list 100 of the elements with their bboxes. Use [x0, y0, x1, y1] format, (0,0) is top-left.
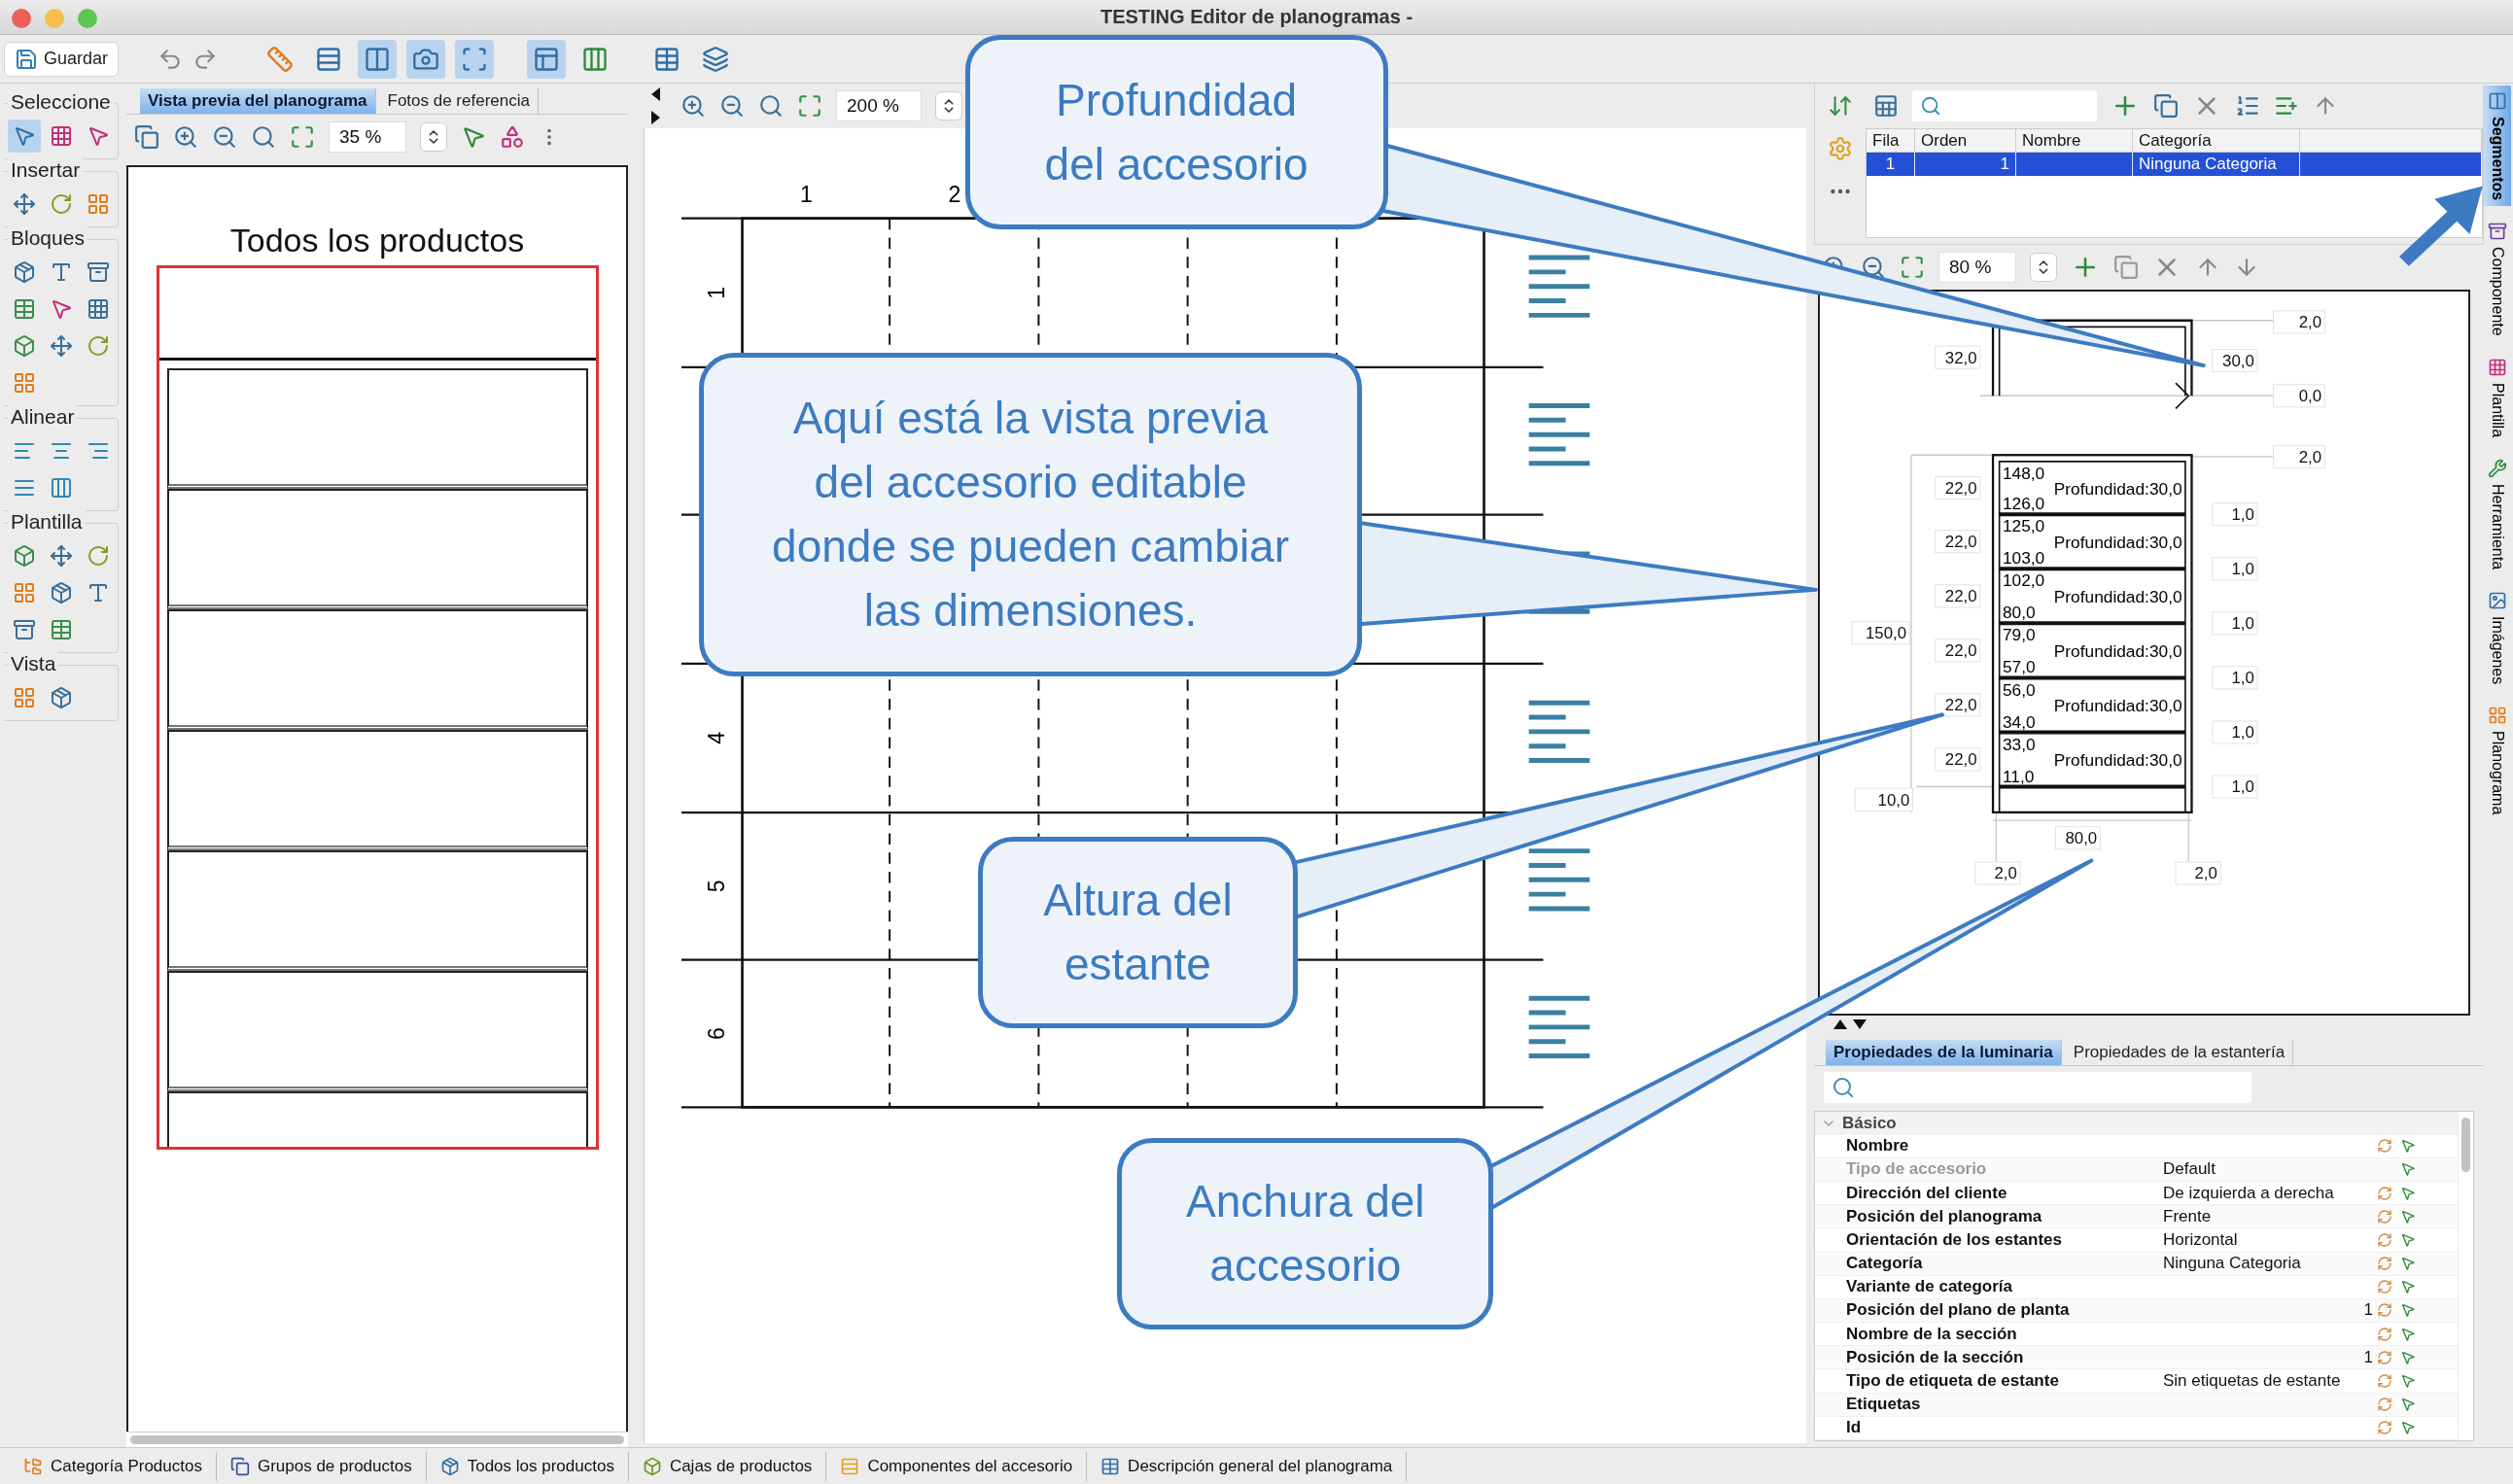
pointer-icon[interactable]	[461, 124, 486, 150]
search-field[interactable]	[1824, 1072, 2251, 1103]
pointer-icon[interactable]	[2400, 1397, 2416, 1413]
dimension-label[interactable]: 1,0	[2212, 775, 2258, 799]
export-icon[interactable]	[1828, 93, 1853, 119]
pointer-icon[interactable]	[2400, 1279, 2416, 1295]
fit-icon[interactable]	[290, 124, 315, 150]
bottom-tab[interactable]: Grupos de productos	[216, 1451, 427, 1481]
column-header[interactable]: Fila	[1867, 129, 1915, 153]
collapse-arrow-icon[interactable]	[651, 87, 661, 101]
zoom-in-icon[interactable]	[173, 124, 198, 150]
zoom-out-icon[interactable]	[1861, 255, 1886, 280]
zoom-field[interactable]: 80 %	[1938, 252, 2016, 283]
shapes-icon[interactable]	[500, 124, 525, 150]
dimension-label[interactable]: 22,0	[1935, 584, 1981, 608]
dimension-label[interactable]: 2,0	[2273, 310, 2325, 334]
pointer-icon[interactable]	[2400, 1302, 2416, 1319]
dimension-label[interactable]: 80,0	[2054, 826, 2101, 850]
column-header[interactable]: Orden	[1915, 129, 2016, 153]
align-lines-icon[interactable]	[1528, 700, 1590, 763]
pointer-icon[interactable]	[2400, 1138, 2416, 1155]
pointer-icon[interactable]	[2400, 1256, 2416, 1272]
column-header[interactable]: Nombre	[2016, 129, 2133, 153]
tool-button[interactable]	[8, 120, 41, 153]
close-button[interactable]	[12, 9, 31, 28]
expand-up-icon[interactable]	[1833, 1019, 1847, 1029]
dimension-label[interactable]: 0,0	[2273, 384, 2325, 408]
planogram-frame[interactable]	[156, 265, 599, 1150]
dimension-label[interactable]: 1,0	[2212, 557, 2258, 581]
property-value[interactable]: Sin etiquetas de estante	[2159, 1370, 2377, 1391]
shelf[interactable]	[166, 971, 588, 1091]
expand-arrow-icon[interactable]	[651, 111, 661, 124]
dimension-label[interactable]: 32,0	[1935, 345, 1981, 369]
fit-icon[interactable]	[797, 93, 822, 119]
pointer-icon[interactable]	[2400, 1372, 2416, 1389]
tab[interactable]: Propiedades de la luminaria	[1826, 1040, 2062, 1065]
zoom-field[interactable]: 35 %	[329, 121, 406, 153]
property-value[interactable]: Ninguna Categoria	[2159, 1254, 2377, 1274]
toolbar-button[interactable]	[527, 39, 567, 79]
shelf[interactable]	[166, 368, 588, 489]
tab[interactable]: Fotos de referencia	[379, 88, 539, 114]
toolbar-button[interactable]	[406, 39, 446, 79]
pointer-icon[interactable]	[2400, 1161, 2416, 1178]
dimension-label[interactable]: 2,0	[2175, 861, 2221, 885]
property-value[interactable]: 1	[2159, 1300, 2377, 1321]
side-tab[interactable]: Planograma	[2484, 700, 2511, 821]
scrollbar[interactable]	[2461, 1118, 2470, 1172]
reset-icon[interactable]	[2377, 1231, 2392, 1248]
reset-icon[interactable]	[2377, 1208, 2392, 1225]
copy-icon[interactable]	[2113, 255, 2139, 280]
reset-icon[interactable]	[2377, 1279, 2392, 1295]
pointer-icon[interactable]	[2400, 1420, 2416, 1436]
align-lines-icon[interactable]	[1528, 995, 1590, 1059]
shelf-unit-drawing[interactable]	[1991, 454, 2193, 814]
pointer-icon[interactable]	[2400, 1185, 2416, 1201]
copy-icon[interactable]	[2153, 93, 2179, 119]
reset-icon[interactable]	[2377, 1185, 2392, 1201]
dimension-label[interactable]: 2,0	[1974, 861, 2021, 885]
table-settings-icon[interactable]	[1873, 93, 1899, 119]
dimension-label[interactable]: 10,0	[1854, 787, 1914, 811]
dimension-label[interactable]: 2,0	[2273, 444, 2325, 468]
spinner-button[interactable]	[935, 91, 962, 121]
bottom-tab[interactable]: Categoría Productos	[10, 1451, 217, 1481]
align-lines-icon[interactable]	[1528, 848, 1590, 912]
dimension-label[interactable]: 22,0	[1935, 530, 1981, 554]
bottom-tab[interactable]: Todos los productos	[426, 1451, 629, 1481]
dimension-label[interactable]: 22,0	[1935, 693, 1981, 717]
shelf[interactable]	[166, 850, 588, 971]
property-value[interactable]: 1	[2159, 1347, 2377, 1367]
bottom-tab[interactable]: Descripción general del planograma	[1087, 1451, 1408, 1481]
column-header[interactable]: Categoría	[2133, 129, 2300, 153]
reset-icon[interactable]	[2377, 1397, 2392, 1413]
zoom-icon[interactable]	[758, 93, 784, 119]
pointer-icon[interactable]	[2400, 1349, 2416, 1365]
property-value[interactable]: Frente	[2159, 1206, 2377, 1226]
dimension-label[interactable]: 22,0	[1935, 638, 1981, 663]
zoom-out-icon[interactable]	[212, 124, 237, 150]
side-tab[interactable]: Segmentos	[2484, 86, 2511, 207]
reset-icon[interactable]	[2377, 1420, 2392, 1436]
reset-icon[interactable]	[2377, 1256, 2392, 1272]
tab[interactable]: Vista previa del planograma	[140, 88, 376, 114]
list-icon[interactable]	[2235, 93, 2260, 119]
reset-icon[interactable]	[2377, 1326, 2392, 1342]
dimension-label[interactable]: 22,0	[1935, 747, 1981, 772]
property-value[interactable]: De izquierda a derecha	[2159, 1183, 2377, 1203]
pointer-icon[interactable]	[2400, 1326, 2416, 1342]
pointer-icon[interactable]	[2400, 1231, 2416, 1248]
zoom-out-icon[interactable]	[719, 93, 745, 119]
spinner-button[interactable]	[2030, 253, 2057, 282]
side-tab[interactable]: Imágenes	[2484, 584, 2511, 691]
zoom-icon[interactable]	[251, 124, 276, 150]
bottom-tab[interactable]: Componentes del accesorio	[826, 1451, 1088, 1481]
scrollbar[interactable]	[130, 1435, 624, 1444]
zoom-in-icon[interactable]	[681, 93, 706, 119]
shelf[interactable]	[166, 730, 588, 850]
dimension-label[interactable]: 1,0	[2212, 502, 2258, 527]
side-tab[interactable]: Componente	[2484, 216, 2511, 342]
fit-icon[interactable]	[1900, 255, 1925, 280]
dimension-label[interactable]: 1,0	[2212, 720, 2258, 744]
pointer-icon[interactable]	[2400, 1208, 2416, 1225]
